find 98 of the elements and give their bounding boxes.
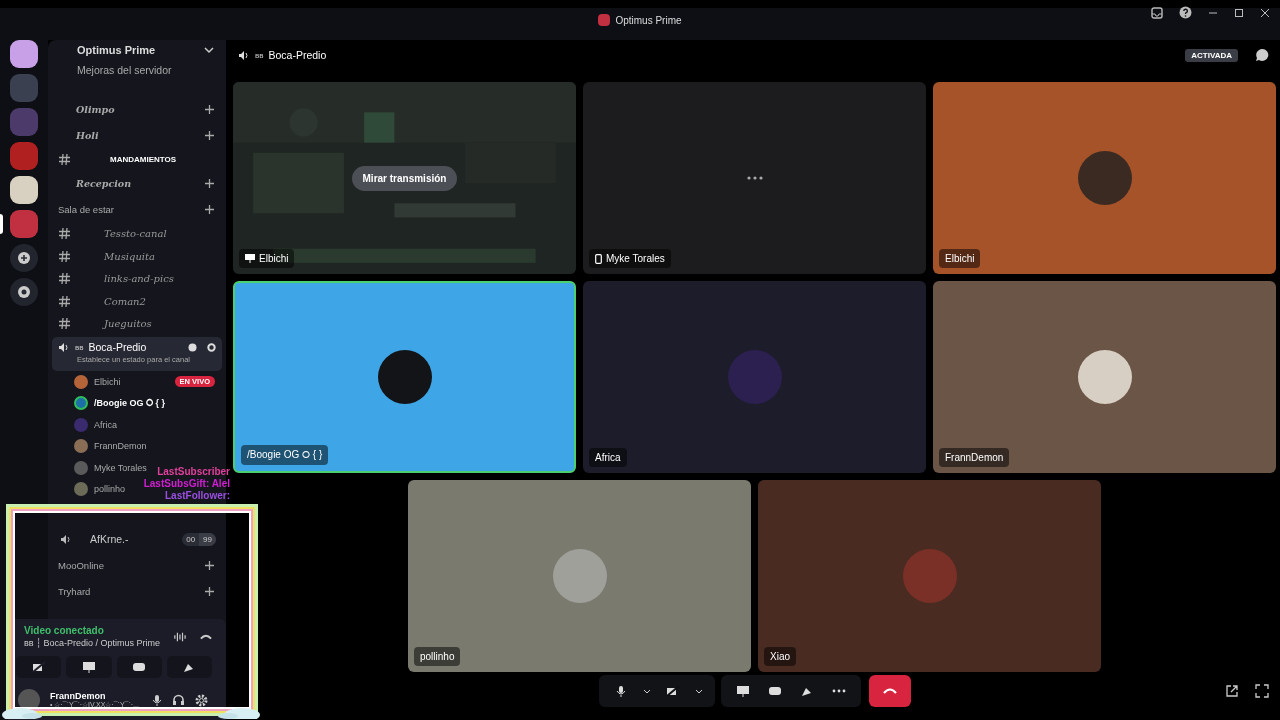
voice-channel[interactable]: Boca-Predio xyxy=(88,341,147,353)
voice-member[interactable]: Elbichi xyxy=(94,376,121,387)
video-tile[interactable]: Africa xyxy=(583,281,926,473)
participant-name: Africa xyxy=(595,452,621,463)
headphones-icon[interactable] xyxy=(172,694,185,706)
help-icon[interactable] xyxy=(1179,6,1192,19)
user-name: FrannDemon xyxy=(50,691,107,701)
avatar xyxy=(377,350,432,404)
text-channel[interactable]: Jueguitos xyxy=(104,318,152,330)
microphone-icon[interactable] xyxy=(615,684,626,698)
cloud-drawing xyxy=(216,705,260,719)
speaker-icon xyxy=(60,533,72,545)
participant-name: Xiao xyxy=(770,651,790,662)
popout-icon[interactable] xyxy=(1225,684,1239,698)
channel-category[interactable]: Tryhard xyxy=(58,585,91,597)
participant-name: Elbichi xyxy=(945,253,975,264)
close-icon[interactable] xyxy=(1260,7,1270,18)
screen-share-icon[interactable] xyxy=(81,661,96,673)
text-channel[interactable]: MANDAMIENTOS xyxy=(110,154,177,164)
video-tile[interactable]: FrannDemon xyxy=(933,281,1276,473)
hash-icon xyxy=(59,318,70,330)
add-server-icon[interactable] xyxy=(17,251,31,265)
voice-member[interactable]: pollinho xyxy=(94,484,126,495)
hash-icon xyxy=(59,228,70,240)
connection-status: Video conectado xyxy=(24,625,105,636)
plus-icon[interactable] xyxy=(205,560,214,570)
channel-title: Boca-Predio xyxy=(268,49,327,61)
avatar xyxy=(727,350,782,404)
channel-link[interactable]: ʙʙ ┆ Boca-Predio / Optimus Prime xyxy=(24,638,161,648)
hang-up-icon[interactable] xyxy=(882,687,897,695)
inbox-icon[interactable] xyxy=(1151,6,1163,19)
hash-icon xyxy=(59,153,70,165)
voice-member[interactable]: /Boogie OG ⭘ { } xyxy=(94,397,165,409)
server-icon xyxy=(598,14,611,26)
channel-category[interactable]: MooOnline xyxy=(58,559,104,571)
server-icon[interactable] xyxy=(10,176,38,204)
compass-icon[interactable] xyxy=(17,285,31,299)
avatar xyxy=(1077,350,1132,404)
channel-category[interactable]: Sala de estar xyxy=(58,204,114,215)
channel-prefix: ʙʙ xyxy=(75,342,84,352)
video-tile[interactable]: pollinho xyxy=(408,480,751,672)
maximize-icon[interactable] xyxy=(1234,7,1244,18)
microphone-icon[interactable] xyxy=(152,693,162,707)
text-channel[interactable]: Tessto-canal xyxy=(104,228,167,240)
caret-icon[interactable] xyxy=(694,688,703,694)
soundboard-icon[interactable] xyxy=(174,630,187,643)
plus-icon[interactable] xyxy=(205,130,214,140)
hash-icon xyxy=(59,295,70,307)
participant-name: /Boogie OG ⭘ { } xyxy=(247,449,323,461)
channel-category[interactable]: Olimpo xyxy=(76,103,115,115)
voice-member[interactable]: FrannDemon xyxy=(94,441,147,452)
camera-off-icon[interactable] xyxy=(31,661,46,673)
voice-channel[interactable]: AfKrne.- xyxy=(90,533,129,545)
overlay-text: LastSubscriber xyxy=(157,466,230,478)
plus-icon[interactable] xyxy=(205,179,214,188)
caret-icon[interactable] xyxy=(642,688,651,694)
more-icon[interactable] xyxy=(746,176,763,180)
plus-icon[interactable] xyxy=(205,586,214,596)
speaker-icon xyxy=(58,341,70,353)
server-name[interactable]: Optimus Prime xyxy=(77,44,156,56)
cloud-drawing xyxy=(2,705,42,719)
hash-icon xyxy=(59,273,70,285)
avatar xyxy=(552,549,607,603)
window-title: Optimus Prime xyxy=(615,14,682,26)
video-tile[interactable]: /Boogie OG ⭘ { } xyxy=(233,281,576,473)
participant-name: pollinho xyxy=(420,651,455,662)
avatar xyxy=(1077,151,1132,205)
participant-name: FrannDemon xyxy=(945,452,1004,463)
voice-member[interactable]: Africa xyxy=(94,419,117,430)
plus-icon[interactable] xyxy=(205,104,214,114)
boost-link[interactable]: Mejoras del servidor xyxy=(77,64,172,76)
video-tile[interactable]: Mirar transmisión Elbichi xyxy=(233,82,576,274)
disconnect-button[interactable] xyxy=(868,675,911,707)
chevron-icon[interactable] xyxy=(204,46,214,54)
overlay-text: LastSubsGift: Alel xyxy=(143,478,230,490)
video-tile[interactable]: Xiao xyxy=(758,480,1101,672)
text-channel[interactable]: Coman2 xyxy=(104,295,146,307)
disconnect-icon[interactable] xyxy=(200,632,212,641)
status-badge[interactable]: ACTIVADA xyxy=(1185,48,1238,62)
fullscreen-icon[interactable] xyxy=(1255,684,1269,698)
text-channel[interactable]: Musiquita xyxy=(104,250,156,262)
voice-member[interactable]: Myke Torales xyxy=(94,462,147,473)
user-limit: 00 99 xyxy=(182,532,216,546)
channel-prefix: ʙʙ xyxy=(255,50,264,60)
participant-name: Elbichi xyxy=(259,253,289,264)
hash-icon xyxy=(59,250,70,262)
server-icon[interactable] xyxy=(10,40,38,68)
plus-icon[interactable] xyxy=(205,205,214,214)
more-icon[interactable] xyxy=(831,689,846,693)
avatar xyxy=(902,549,957,603)
overlay-text: LastFollower: xyxy=(165,490,230,502)
text-channel[interactable]: links-and-pics xyxy=(104,273,174,285)
participant-name: Myke Torales xyxy=(606,253,665,264)
video-tile[interactable]: Elbichi xyxy=(933,82,1276,274)
speaker-icon xyxy=(238,49,250,61)
channel-category[interactable]: Holi xyxy=(76,129,99,141)
video-tile[interactable]: Myke Torales xyxy=(583,82,926,274)
channel-category[interactable]: Recepcion xyxy=(76,178,132,189)
